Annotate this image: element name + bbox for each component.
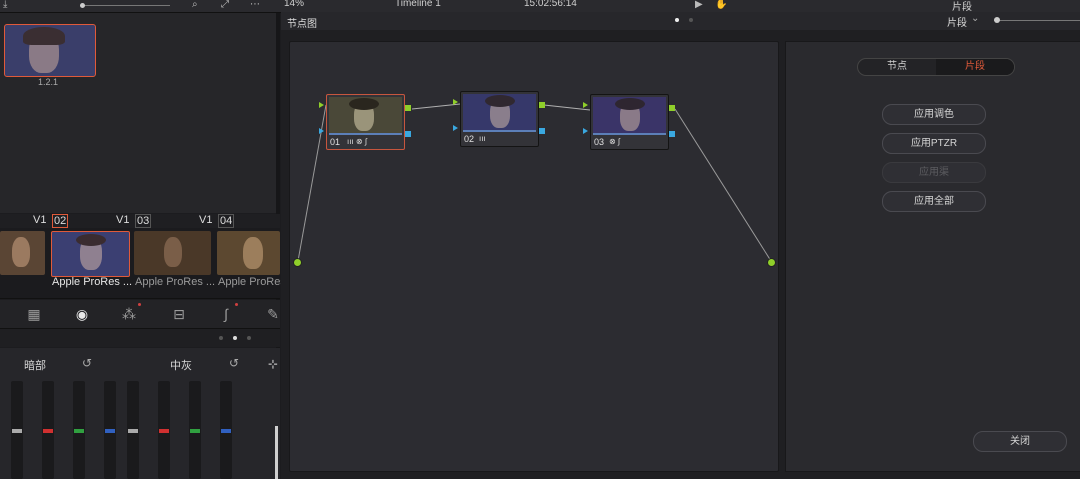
track-label: V1 bbox=[33, 214, 47, 226]
node-key-input[interactable] bbox=[319, 128, 324, 134]
clip-thumbnail-03[interactable] bbox=[134, 231, 211, 275]
apply-grade-button[interactable]: 应用调色 bbox=[882, 104, 986, 125]
node-rgb-output[interactable] bbox=[539, 102, 545, 108]
track-label: V1 bbox=[116, 214, 130, 226]
node-03[interactable]: 03 ⊗ ∫ bbox=[590, 94, 669, 150]
page-dot[interactable] bbox=[247, 336, 251, 340]
scrollbar[interactable] bbox=[275, 426, 278, 479]
play-icon[interactable]: ▶ bbox=[695, 0, 705, 10]
page-dot[interactable] bbox=[219, 336, 223, 340]
node-graph-canvas[interactable]: 01 ııı ⊗ ∫ 02 ııı 03 ⊗ ∫ bbox=[289, 41, 779, 472]
hdr-icon[interactable]: ⁂ bbox=[120, 303, 141, 322]
node-key-output[interactable] bbox=[405, 131, 411, 137]
node-zoom-slider[interactable] bbox=[994, 20, 1080, 21]
node-mode-dropdown[interactable]: 片段 bbox=[947, 14, 967, 29]
color-wheels-icon[interactable]: ◉ bbox=[73, 306, 91, 322]
shadows-blue-bar[interactable] bbox=[104, 381, 116, 479]
scope-tabs: 节点 片段 bbox=[857, 58, 1015, 76]
node-key-input[interactable] bbox=[453, 125, 458, 131]
picker-icon[interactable]: ✎ bbox=[264, 306, 282, 322]
tab-clip[interactable]: 片段 bbox=[936, 59, 1014, 75]
timeline-name[interactable]: Timeline 1 bbox=[395, 0, 441, 9]
node-tool-icons: ⊗ ∫ bbox=[609, 137, 621, 146]
clip-thumbnail-02[interactable] bbox=[51, 231, 130, 277]
color-tools-bar: ▦ ◉ ⁂ ⊟ ∫ ✎ bbox=[0, 300, 280, 329]
page-dot[interactable] bbox=[689, 18, 693, 22]
reset-icon[interactable]: ↺ bbox=[82, 356, 92, 370]
input-port[interactable] bbox=[293, 258, 302, 267]
close-button[interactable]: 关闭 bbox=[973, 431, 1067, 452]
apply-lut-button[interactable]: 应用渠 bbox=[882, 162, 986, 183]
midtones-master-bar[interactable] bbox=[127, 381, 139, 479]
page-dot-active[interactable] bbox=[675, 18, 679, 22]
clip-number-03[interactable]: 03 bbox=[135, 214, 152, 228]
still-thumbnail[interactable] bbox=[4, 24, 96, 77]
curves-icon[interactable]: ∫ bbox=[217, 303, 238, 322]
node-tool-icons: ııı bbox=[479, 134, 486, 143]
node-key-output[interactable] bbox=[669, 131, 675, 137]
more-icon[interactable]: ⋯ bbox=[250, 0, 260, 10]
node-01[interactable]: 01 ııı ⊗ ∫ bbox=[326, 94, 405, 150]
node-rgb-output[interactable] bbox=[669, 105, 675, 111]
slider-handle[interactable] bbox=[994, 17, 1000, 23]
apply-ptzr-button[interactable]: 应用PTZR bbox=[882, 133, 986, 154]
media-gallery: 1.2.1 bbox=[0, 13, 276, 213]
node-rgb-input[interactable] bbox=[583, 102, 588, 108]
primaries-bars: 暗部 ↺ 中灰 ↺ ⊹ bbox=[0, 348, 280, 479]
panel-title: 节点图 bbox=[287, 19, 317, 30]
search-icon[interactable]: ⌕ bbox=[192, 0, 202, 10]
midtones-red-bar[interactable] bbox=[158, 381, 170, 479]
raw-icon[interactable]: ▦ bbox=[25, 306, 43, 322]
node-panel-header: 节点图 片段 ⌄ bbox=[281, 12, 1080, 30]
node-editor-panel: 节点图 片段 ⌄ 01 ııı ⊗ ∫ 02 ııı 03 ⊗ ∫ 节点 片段 … bbox=[281, 12, 1080, 479]
clip-thumbnail-04[interactable] bbox=[217, 231, 280, 275]
crosshair-icon[interactable]: ⊹ bbox=[268, 357, 278, 371]
midtones-label: 中灰 bbox=[170, 360, 192, 372]
node-label: 03 bbox=[594, 137, 605, 147]
apply-grade-panel: 节点 片段 应用调色 应用PTZR 应用渠 应用全部 关闭 bbox=[785, 41, 1080, 472]
node-rgb-input[interactable] bbox=[453, 99, 458, 105]
track-label: V1 bbox=[199, 214, 213, 226]
zoom-level[interactable]: 14% bbox=[284, 0, 304, 9]
clip-number-04[interactable]: 04 bbox=[218, 214, 235, 228]
chevron-down-icon[interactable]: ⌄ bbox=[971, 13, 979, 24]
shadows-master-bar[interactable] bbox=[11, 381, 23, 479]
import-icon[interactable]: ⤓ bbox=[3, 0, 13, 10]
midtones-blue-bar[interactable] bbox=[220, 381, 232, 479]
output-port[interactable] bbox=[767, 258, 776, 267]
rgb-mixer-icon[interactable]: ⊟ bbox=[170, 306, 188, 322]
thumbnail-size-slider[interactable] bbox=[80, 5, 170, 6]
clip-codec-label: Apple ProRes ... bbox=[135, 276, 216, 288]
shadows-red-bar[interactable] bbox=[42, 381, 54, 479]
node-rgb-input[interactable] bbox=[319, 102, 324, 108]
node-rgb-output[interactable] bbox=[405, 105, 411, 111]
node-02[interactable]: 02 ııı bbox=[460, 91, 539, 147]
still-label: 1.2.1 bbox=[38, 77, 59, 87]
node-tool-icons: ııı ⊗ ∫ bbox=[347, 137, 368, 146]
clip-thumbnail-01[interactable] bbox=[0, 231, 45, 275]
page-dot-active[interactable] bbox=[233, 336, 237, 340]
clip-codec-label: Apple ProRes ... bbox=[52, 276, 133, 288]
expand-icon[interactable]: ⤢ bbox=[221, 0, 231, 10]
node-key-input[interactable] bbox=[583, 128, 588, 134]
tab-node[interactable]: 节点 bbox=[858, 59, 936, 75]
clip-strip: Apple ProRes ... Apple ProRes ... Apple … bbox=[0, 228, 298, 299]
apply-all-button[interactable]: 应用全部 bbox=[882, 191, 986, 212]
reset-icon[interactable]: ↺ bbox=[229, 356, 239, 370]
midtones-green-bar[interactable] bbox=[189, 381, 201, 479]
clip-strip-header: V1 02 V1 03 V1 04 bbox=[0, 214, 280, 228]
clip-number-02[interactable]: 02 bbox=[52, 214, 69, 228]
timecode: 15:02:56:14 bbox=[524, 0, 577, 9]
hand-icon[interactable]: ✋ bbox=[715, 0, 727, 10]
shadows-label: 暗部 bbox=[24, 360, 46, 372]
node-label: 01 bbox=[330, 137, 341, 147]
node-key-output[interactable] bbox=[539, 128, 545, 134]
slider-handle[interactable] bbox=[80, 3, 85, 8]
node-label: 02 bbox=[464, 134, 475, 144]
shadows-green-bar[interactable] bbox=[73, 381, 85, 479]
page-indicator bbox=[0, 329, 280, 347]
